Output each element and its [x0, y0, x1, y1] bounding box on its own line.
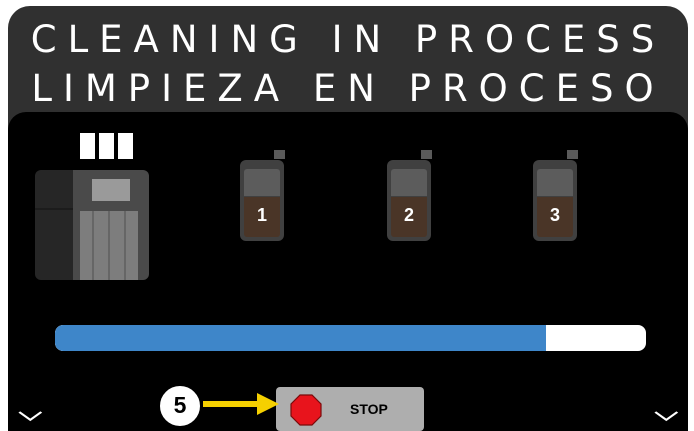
cup-icon [80, 133, 95, 159]
cleaning-screen: CLEANING IN PROCESS LIMPIEZA EN PROCESO … [8, 6, 688, 431]
container-number: 2 [403, 205, 414, 225]
container-number: 3 [549, 205, 560, 225]
title-spanish: LIMPIEZA EN PROCESO [31, 67, 665, 110]
cup-icon [99, 133, 114, 159]
machine-front-panel [80, 211, 138, 280]
progress-bar-fill [55, 325, 546, 351]
stop-octagon-icon [290, 394, 322, 426]
cleaning-container-2: 2 [387, 150, 432, 241]
progress-bar [55, 325, 646, 351]
stop-button-label: STOP [350, 401, 388, 417]
double-chevron-down-icon[interactable]: ⌵ [19, 402, 42, 424]
container-cap-icon [421, 150, 432, 159]
title-english: CLEANING IN PROCESS [30, 18, 666, 61]
container-cap-icon [274, 150, 285, 159]
machine-side [35, 170, 75, 280]
cleaning-container-1: 1 [240, 150, 285, 241]
cup-icon [118, 133, 133, 159]
machine-display [92, 179, 130, 201]
double-chevron-down-icon[interactable]: ⌵ [655, 402, 678, 424]
callout-number: 5 [158, 384, 202, 428]
header: CLEANING IN PROCESS LIMPIEZA EN PROCESO [8, 6, 688, 118]
content-panel: 1 2 3 ⌵ ⌵ STOP [8, 112, 688, 431]
container-number: 1 [256, 205, 267, 225]
container-cap-icon [567, 150, 578, 159]
cleaning-container-3: 3 [533, 150, 578, 241]
stop-button[interactable]: STOP [276, 387, 424, 431]
callout-arrow-icon [203, 393, 279, 415]
